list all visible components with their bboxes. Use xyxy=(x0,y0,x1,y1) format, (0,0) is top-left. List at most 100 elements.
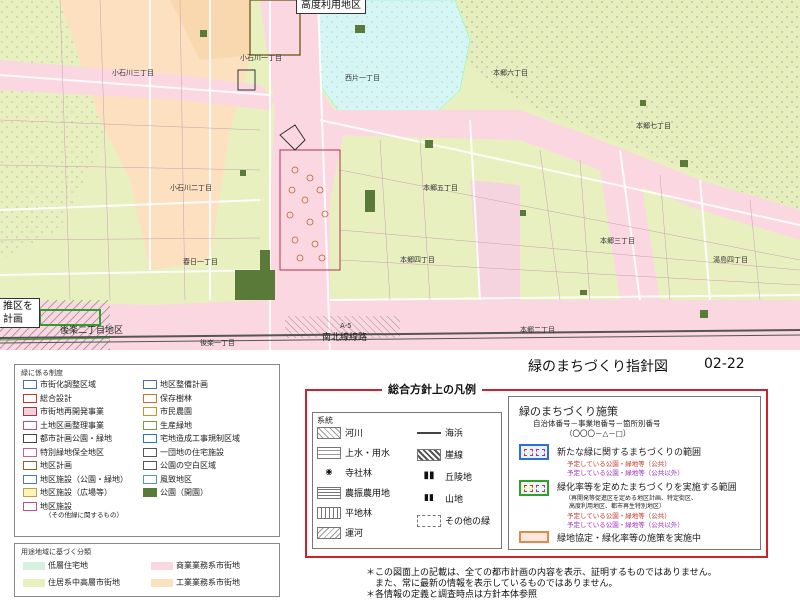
green-system-legend: 緑に係る制度 市街化調整区域総合設計市街地再開発事業 土地区画整理事業 都市計画公園… xyxy=(14,364,280,537)
zoning-swatch xyxy=(151,578,173,587)
legend-swatch xyxy=(23,501,37,511)
item2-label: 緑化率等を定めたまちづくりを実施する範囲 xyxy=(557,483,737,493)
legend-swatch xyxy=(143,461,157,470)
system-label: 上水・用水 xyxy=(345,449,391,459)
system-label: 崖線 xyxy=(445,451,464,461)
zoning-label: 低層住宅地 xyxy=(48,561,88,570)
system-swatch xyxy=(317,426,341,439)
legend2-item: 住居系中高層市街地 xyxy=(23,577,120,588)
item1-swatch xyxy=(519,444,549,460)
legend1-heading: 緑に係る制度 xyxy=(21,369,63,377)
item2-note2: 高度利用地区、都市再生特別地区） xyxy=(569,503,666,510)
item2-swatch-b xyxy=(536,485,545,492)
map-label-nanboku: 南北線線路 xyxy=(322,331,367,343)
legend-swatch xyxy=(23,447,37,457)
legend-swatch xyxy=(143,447,157,457)
legend-label: 地区施設（広場等） xyxy=(40,488,112,497)
item1-label: 新たな緑に関するまちづくりの範囲 xyxy=(557,448,702,458)
map-title: 緑のまちづくり指針図 xyxy=(528,359,668,375)
system-item: ▮▮ 丘陵地 xyxy=(417,470,472,483)
legend-swatch xyxy=(23,488,37,497)
zoning-legend: 用途地域に基づく分類 低層住宅地 商業業務系市街地住居系中高層市街地 工業業務系市街… xyxy=(14,543,280,597)
system-item: その他の緑 xyxy=(417,514,490,527)
zoning-swatch xyxy=(23,578,45,587)
legend-swatch xyxy=(23,407,37,416)
legend-label: 地区整備計画 xyxy=(160,380,208,389)
system-item: 海浜 xyxy=(417,426,463,439)
system-label: 丘陵地 xyxy=(445,473,473,483)
legend-label: 公園の空白区域 xyxy=(160,461,216,470)
legend-swatch xyxy=(23,420,37,430)
legend1-item: 風致地区 xyxy=(143,474,192,485)
legend1-item: 地区整備計画 xyxy=(143,379,208,390)
legend-label: 都市計画公園・緑地 xyxy=(40,434,112,443)
system-label: 海浜 xyxy=(445,429,464,439)
zoning-label: 商業業務系市街地 xyxy=(176,561,240,570)
map-label-hongo-6: 本郷六丁目 xyxy=(493,68,528,77)
legend1-item: 総合設計 xyxy=(23,393,72,404)
item1-private: 予定している公園・緑地等（公共以外） xyxy=(567,469,684,477)
legend-label: 公園（開園） xyxy=(160,488,208,497)
legend-label: 宅地造成工事規制区域 xyxy=(160,434,240,443)
legend-swatch xyxy=(23,434,37,443)
map-label-hongo-2: 本郷二丁目 xyxy=(520,325,555,334)
map-code: 02-22 xyxy=(704,356,745,372)
legend1-item: 土地区画整理事業 xyxy=(23,420,104,431)
system-item: 運河 xyxy=(317,526,363,539)
item1-swatch-a xyxy=(524,449,533,456)
legend-label: 市街地再開発事業 xyxy=(40,407,104,416)
legend-swatch xyxy=(143,407,157,416)
legend-swatch xyxy=(143,380,157,389)
system-swatch xyxy=(317,446,341,459)
legend1-item: 市民農園 xyxy=(143,406,192,417)
system-item: 平地林 xyxy=(317,506,372,519)
item1-swatch-b xyxy=(536,449,545,456)
legend-label: 生産緑地 xyxy=(160,420,192,430)
zoning-label: 工業業務系市街地 xyxy=(176,578,240,587)
item3-swatch xyxy=(519,531,549,543)
map-label-hongo-7: 本郷七丁目 xyxy=(636,121,671,130)
legend-swatch xyxy=(23,461,37,470)
map-label-koraku-1: 後楽一丁目 xyxy=(200,338,235,347)
legend1-item: 公園（開園） xyxy=(143,487,208,498)
legend1-item: 一団地の住宅施設 xyxy=(143,447,224,458)
legend-swatch xyxy=(23,380,37,389)
legend-swatch xyxy=(23,474,37,484)
item2-swatch xyxy=(519,480,549,496)
system-swatch xyxy=(317,526,341,539)
legend-label: 市街化調整区域 xyxy=(40,380,96,389)
note-3: ＊各情報の定義と調査時点は方針本体参照 xyxy=(366,590,538,600)
system-item: ◉ 寺社林 xyxy=(317,466,372,479)
legend1-item: 公園の空白区域 xyxy=(143,460,216,471)
system-label: 山地 xyxy=(445,495,464,505)
system-label: 河川 xyxy=(345,429,364,439)
legend1-item: 地区施設（広場等） xyxy=(23,487,112,498)
general-policy-title: 総合方針上の凡例 xyxy=(382,381,482,397)
legend1-item: （その他緑に関するもの） xyxy=(45,509,123,519)
item2-private: 予定している公園・緑地等（公共以外） xyxy=(567,521,684,529)
map-label-a5: A-5 xyxy=(340,322,352,330)
legend-swatch xyxy=(143,488,157,497)
left-district-box: 推区を 計画 xyxy=(0,298,40,328)
map-label-hongo-5: 本郷五丁目 xyxy=(423,183,458,192)
legend2-heading: 用途地域に基づく分類 xyxy=(21,548,91,556)
system-label: 寺社林 xyxy=(345,469,373,479)
legend-label: 地区施設（公園・緑地） xyxy=(40,474,128,484)
legend2-item: 低層住宅地 xyxy=(23,560,88,571)
left-box-line-1: 推区を xyxy=(3,301,33,312)
legend-swatch xyxy=(143,420,157,430)
map-label-koishikawa-3: 小石川三丁目 xyxy=(112,68,154,77)
legend-swatch xyxy=(143,474,157,484)
system-heading: 系統 xyxy=(317,416,333,425)
legend2-item: 工業業務系市街地 xyxy=(151,577,240,588)
legend1-item: 地区計画 xyxy=(23,460,72,471)
city-map[interactable]: 小石川三丁目 小石川二丁目 小石川一丁目 春日一丁目 西片一丁目 本郷六丁目 本… xyxy=(0,0,800,350)
legend-swatch xyxy=(143,393,157,403)
legend1-item: 市街地再開発事業 xyxy=(23,406,104,417)
legend-label: 風致地区 xyxy=(160,474,192,484)
map-label-yushima-4: 湯島四丁目 xyxy=(713,255,748,264)
legend-label: 土地区画整理事業 xyxy=(40,420,104,430)
system-item: 崖線 xyxy=(417,448,463,461)
map-label-koraku-2: 後楽二丁目地区 xyxy=(60,324,123,336)
legend1-item: 特別緑地保全地区 xyxy=(23,447,104,458)
